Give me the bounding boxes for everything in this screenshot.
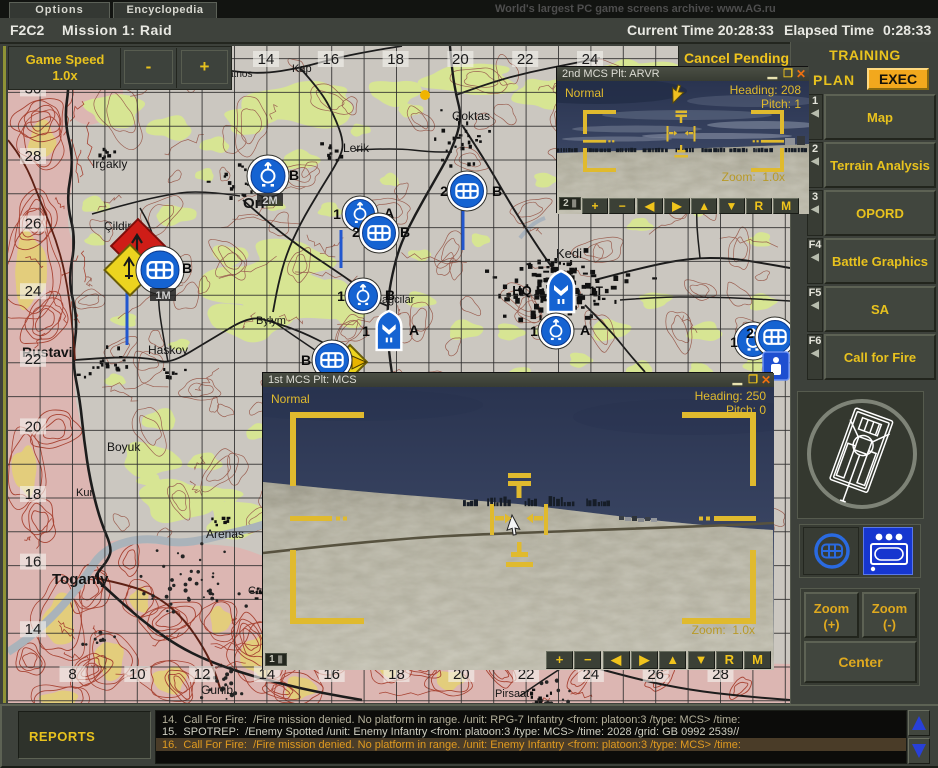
svg-text:18: 18	[387, 51, 404, 68]
svg-text:Goktas: Goktas	[452, 109, 490, 123]
svg-text:Kur: Kur	[76, 487, 93, 499]
svg-text:16: 16	[25, 554, 42, 571]
svg-text:20: 20	[452, 51, 469, 68]
svg-text:B: B	[182, 260, 192, 276]
svg-text:B: B	[385, 287, 395, 303]
svg-text:1M: 1M	[155, 290, 170, 302]
svg-text:Pirsaat: Pirsaat	[495, 688, 529, 700]
svg-text:1: 1	[730, 334, 738, 350]
svg-text:28: 28	[25, 148, 42, 165]
svg-text:Pitch: 1: Pitch: 1	[761, 97, 801, 111]
svg-text:24: 24	[25, 283, 42, 300]
svg-text:22: 22	[517, 51, 534, 68]
svg-text:1: 1	[337, 288, 345, 304]
svg-text:Lerik: Lerik	[343, 141, 370, 155]
svg-text:Normal: Normal	[565, 86, 604, 100]
svg-text:Bylym: Bylym	[256, 315, 286, 327]
svg-text:Heading: 250: Heading: 250	[695, 389, 767, 403]
svg-text:2: 2	[440, 183, 448, 199]
svg-text:B: B	[289, 167, 299, 183]
svg-text:22: 22	[25, 351, 42, 368]
svg-text:A: A	[409, 322, 419, 338]
svg-text:Kap: Kap	[292, 63, 312, 75]
svg-text:2: 2	[352, 224, 360, 240]
svg-text:1: 1	[362, 323, 370, 339]
svg-text:Cu: Cu	[248, 585, 262, 597]
svg-text:18: 18	[25, 486, 42, 503]
svg-text:16: 16	[322, 51, 339, 68]
svg-text:Irgakly: Irgakly	[92, 157, 127, 171]
svg-text:Arenas: Arenas	[206, 527, 244, 541]
svg-text:B: B	[400, 224, 410, 240]
svg-text:14: 14	[258, 51, 275, 68]
svg-text:Kedi: Kedi	[556, 246, 582, 261]
svg-text:HQ: HQ	[512, 283, 532, 298]
svg-text:Gunib: Gunib	[201, 683, 233, 697]
svg-text:20: 20	[25, 418, 42, 435]
svg-text:B: B	[301, 352, 311, 368]
svg-text:10: 10	[129, 666, 146, 683]
svg-text:26: 26	[25, 216, 42, 233]
svg-text:1: 1	[333, 206, 341, 222]
svg-text:1T: 1T	[589, 284, 604, 298]
svg-text:Haskoy: Haskoy	[148, 343, 188, 357]
svg-text:12: 12	[194, 666, 211, 683]
svg-text:Boyuk: Boyuk	[107, 440, 141, 454]
svg-text:A: A	[580, 322, 590, 338]
svg-text:Heading: 208: Heading: 208	[730, 83, 802, 97]
svg-text:14: 14	[25, 621, 42, 638]
svg-text:2M: 2M	[262, 195, 277, 207]
svg-text:B: B	[492, 183, 502, 199]
svg-text:Normal: Normal	[271, 392, 310, 406]
svg-text:1: 1	[530, 323, 538, 339]
svg-text:2: 2	[746, 325, 754, 341]
svg-text:Zoom: 1.0x: Zoom: 1.0x	[722, 170, 785, 184]
svg-text:8: 8	[68, 666, 76, 683]
svg-text:Toganly: Toganly	[52, 571, 109, 588]
svg-text:Zoom: 1.0x: Zoom: 1.0x	[692, 623, 755, 637]
